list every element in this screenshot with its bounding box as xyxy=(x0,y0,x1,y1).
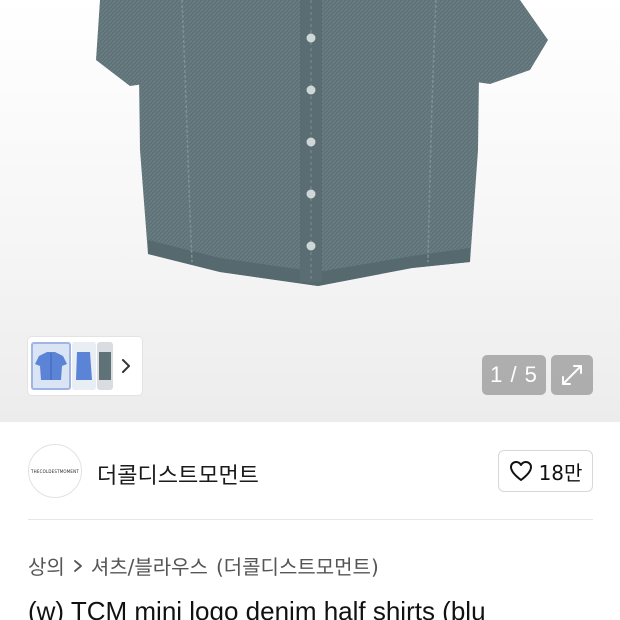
thumbnail-2[interactable] xyxy=(72,342,96,390)
like-button[interactable]: 18만 xyxy=(498,450,593,492)
thumbnail-strip xyxy=(28,337,142,395)
shop-logo-text: THECOLDESTMOMENT xyxy=(31,468,79,474)
product-title: (w) TCM mini logo denim half shirts (blu xyxy=(28,596,486,620)
product-image-gallery[interactable]: 1 / 5 xyxy=(0,0,620,422)
breadcrumb-category[interactable]: 상의 xyxy=(28,551,65,580)
breadcrumb-brand[interactable]: (더콜디스트모먼트) xyxy=(216,551,379,580)
breadcrumb: 상의 셔츠/블라우스 (더콜디스트모먼트) xyxy=(28,551,379,580)
shop-logo[interactable]: THECOLDESTMOMENT xyxy=(28,444,82,498)
breadcrumb-subcategory[interactable]: 셔츠/블라우스 xyxy=(91,551,208,580)
expand-image-button[interactable] xyxy=(551,355,593,395)
shop-info-row: THECOLDESTMOMENT 더콜디스트모먼트 18만 xyxy=(0,422,620,520)
like-count: 18만 xyxy=(538,460,583,485)
chevron-right-icon xyxy=(71,557,85,575)
page-counter-text: 1 / 5 xyxy=(490,362,538,387)
thumbnail-3[interactable] xyxy=(97,342,113,390)
thumbnail-1[interactable] xyxy=(31,342,71,390)
divider xyxy=(28,519,593,520)
chevron-right-icon[interactable] xyxy=(116,352,136,380)
image-page-counter: 1 / 5 xyxy=(482,355,546,395)
heart-icon xyxy=(509,461,532,481)
shop-name[interactable]: 더콜디스트모먼트 xyxy=(97,458,259,490)
expand-icon xyxy=(562,365,582,385)
